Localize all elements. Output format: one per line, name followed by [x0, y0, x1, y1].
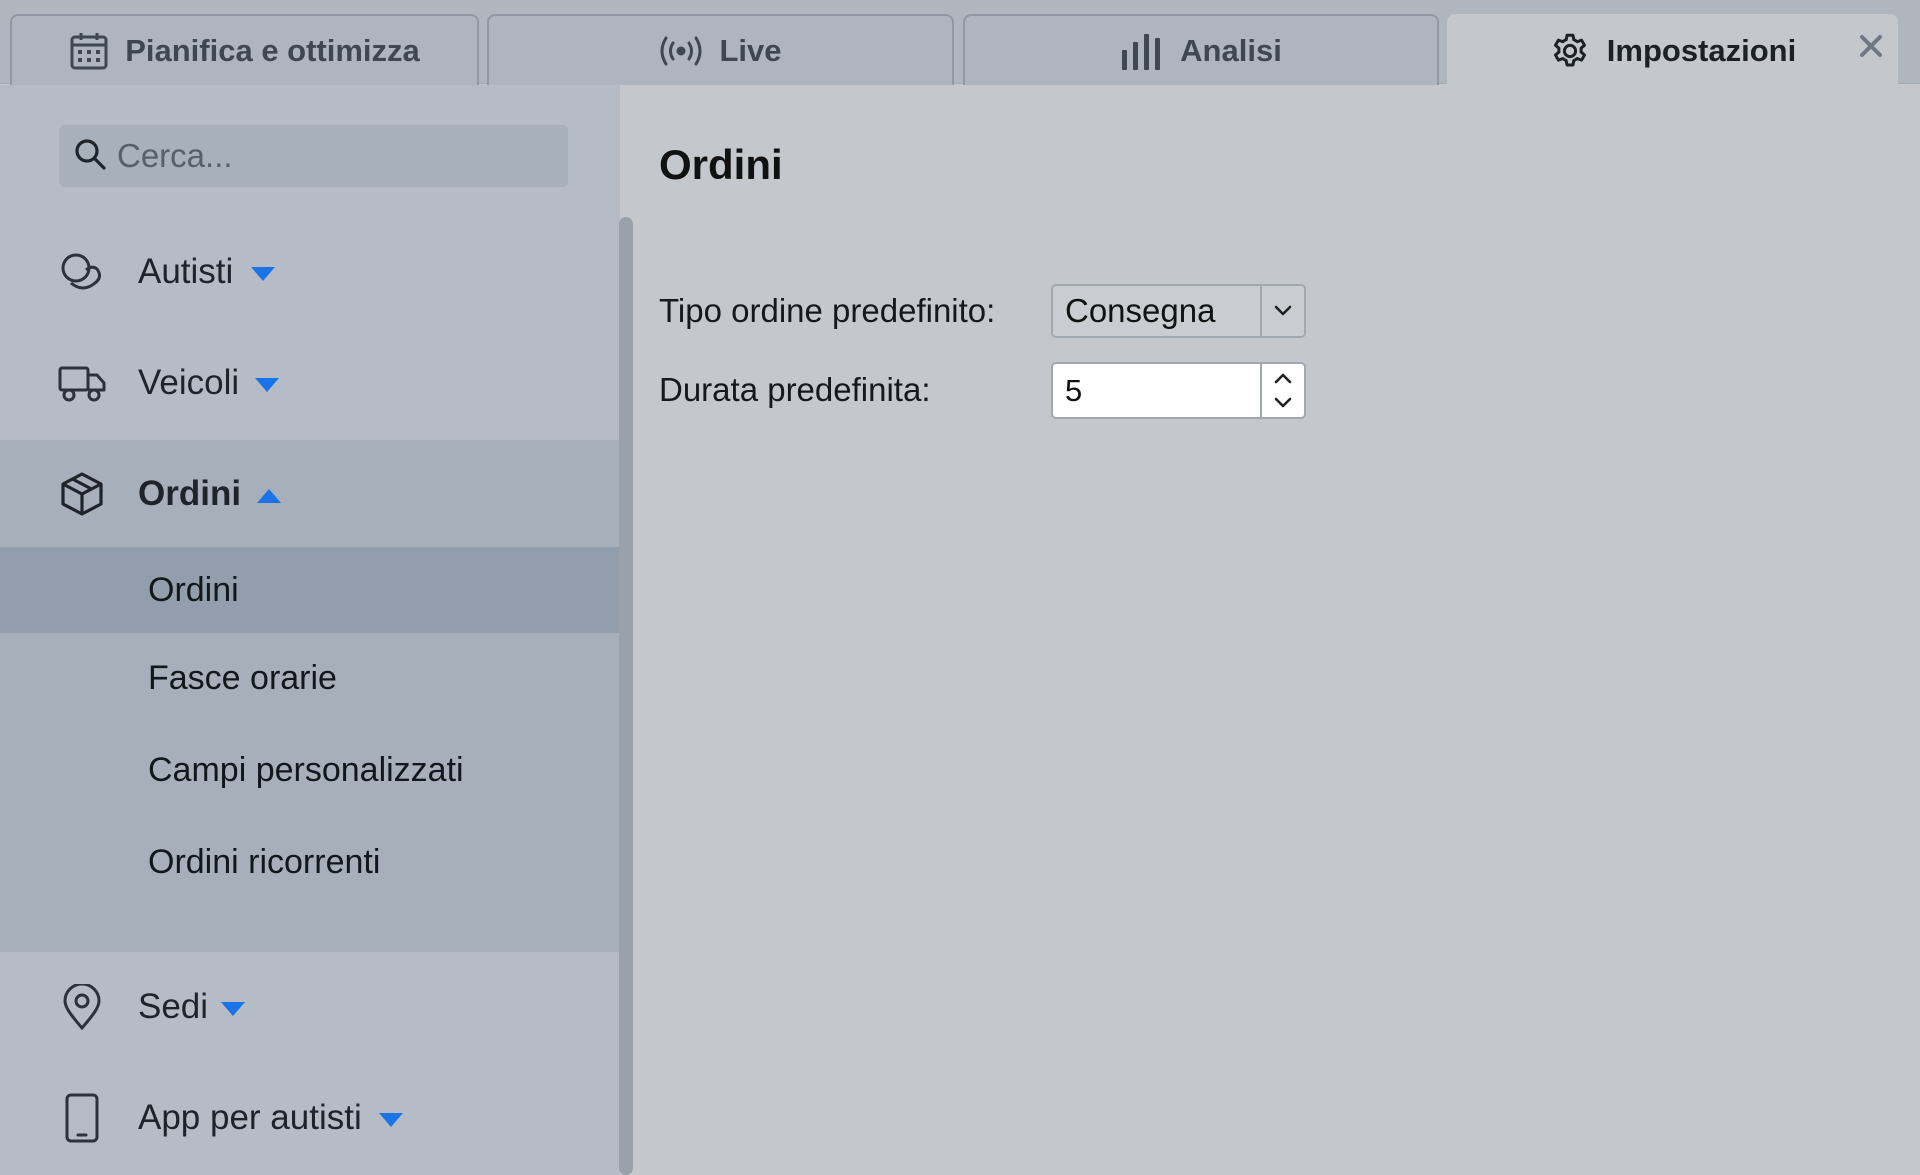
map-pin-icon	[57, 982, 107, 1032]
chevron-down-icon[interactable]	[1260, 286, 1304, 336]
package-icon	[57, 469, 107, 519]
tab-live[interactable]: Live	[487, 14, 954, 85]
smartphone-icon	[57, 1093, 107, 1143]
search-icon	[73, 137, 107, 176]
sidebar-item-veicoli[interactable]: Veicoli	[0, 328, 620, 438]
caret-down-icon	[220, 1001, 246, 1022]
sidebar-item-ordini[interactable]: Ordini	[0, 440, 620, 548]
order-type-label: Tipo ordine predefinito:	[659, 292, 996, 329]
submenu-item-label: Fasce orarie	[148, 658, 337, 697]
close-icon[interactable]	[1853, 28, 1889, 64]
submenu-item-fasce-orarie[interactable]: Fasce orarie	[0, 635, 620, 721]
submenu-item-ordini[interactable]: Ordini	[0, 547, 620, 633]
stepper-buttons	[1260, 364, 1304, 417]
submenu-item-label: Ordini	[148, 570, 239, 609]
tab-label: Pianifica e ottimizza	[125, 32, 420, 68]
sidebar: Autisti Veicoli	[0, 85, 620, 1175]
duration-stepper	[1051, 362, 1306, 419]
sidebar-scrollbar[interactable]	[619, 217, 633, 1175]
caret-down-icon	[378, 1112, 404, 1133]
order-type-value: Consegna	[1065, 292, 1216, 329]
chevron-up-icon[interactable]	[1262, 365, 1304, 391]
main-content: Ordini Tipo ordine predefinito: Consegna…	[633, 85, 1920, 1175]
tab-label: Impostazioni	[1606, 33, 1797, 68]
ordini-submenu: Ordini Fasce orarie Campi personalizzati…	[0, 547, 620, 952]
sidebar-item-label: Autisti	[138, 252, 234, 291]
sidebar-item-label: Ordini	[138, 474, 242, 513]
calendar-icon	[69, 31, 109, 71]
caret-down-icon	[250, 266, 276, 287]
caret-up-icon	[256, 488, 282, 509]
order-type-select[interactable]: Consegna	[1051, 284, 1306, 338]
gear-icon	[1549, 30, 1591, 72]
sidebar-item-sedi[interactable]: Sedi	[0, 952, 620, 1062]
submenu-item-label: Ordini ricorrenti	[148, 842, 381, 881]
tab-pianifica[interactable]: Pianifica e ottimizza	[10, 14, 479, 85]
sidebar-item-app-per-autisti[interactable]: App per autisti	[0, 1063, 620, 1173]
submenu-item-ordini-ricorrenti[interactable]: Ordini ricorrenti	[0, 819, 620, 905]
duration-label: Durata predefinita:	[659, 371, 931, 408]
tab-impostazioni[interactable]: Impostazioni	[1447, 14, 1898, 86]
tab-analisi[interactable]: Analisi	[963, 14, 1439, 85]
duration-input[interactable]	[1065, 370, 1255, 412]
submenu-item-label: Campi personalizzati	[148, 750, 464, 789]
drivers-icon	[57, 247, 107, 297]
sidebar-item-label: Sedi	[138, 987, 209, 1026]
truck-icon	[57, 358, 107, 408]
tab-bar: Pianifica e ottimizza Live Analisi Impos…	[0, 0, 1920, 86]
settings-window: Pianifica e ottimizza Live Analisi Impos…	[0, 0, 1920, 1175]
submenu-item-campi-personalizzati[interactable]: Campi personalizzati	[0, 727, 620, 813]
chevron-down-icon[interactable]	[1262, 390, 1304, 416]
tab-label: Analisi	[1180, 32, 1282, 68]
broadcast-icon	[659, 34, 703, 68]
sidebar-item-label: Veicoli	[138, 363, 240, 402]
sidebar-item-autisti[interactable]: Autisti	[0, 217, 620, 327]
caret-down-icon	[254, 377, 280, 398]
tab-label: Live	[719, 32, 782, 68]
sidebar-item-label: App per autisti	[138, 1098, 362, 1137]
page-title: Ordini	[659, 141, 783, 188]
search-input[interactable]	[117, 137, 537, 175]
bar-chart-icon	[1120, 32, 1164, 70]
search-box	[59, 125, 568, 187]
